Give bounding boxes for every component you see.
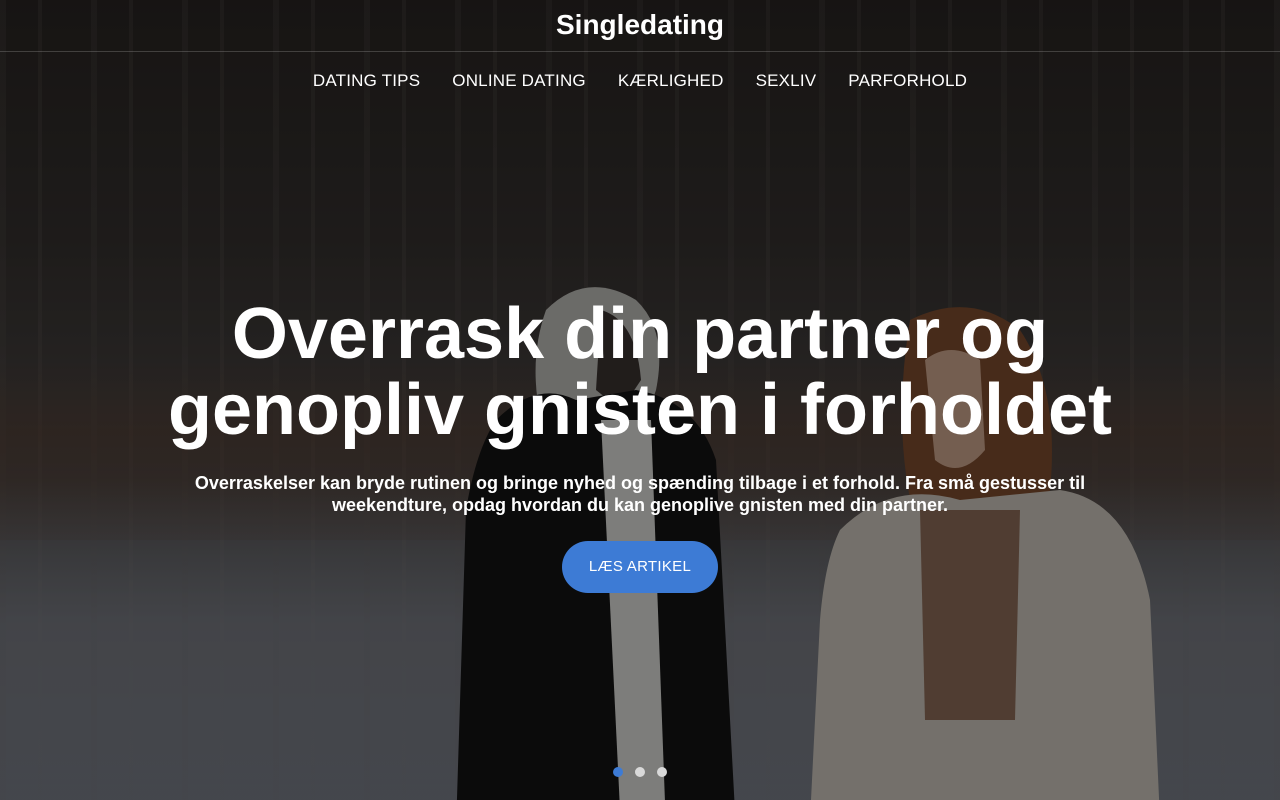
hero-content: Overrask din partner og genopliv gnisten… [140, 296, 1140, 593]
nav-item-kaerlighed[interactable]: KÆRLIGHED [618, 71, 724, 91]
slider-pagination [0, 767, 1280, 777]
hero-title-line-2: genopliv gnisten i forholdet [168, 370, 1112, 450]
hero-excerpt-line-2: weekendture, opdag hvordan du kan genopl… [331, 495, 949, 515]
main-navigation: DATING TIPS ONLINE DATING KÆRLIGHED SEXL… [0, 52, 1280, 110]
site-title-link[interactable]: Singledating [556, 9, 724, 41]
hero-title: Overrask din partner og genopliv gnisten… [140, 296, 1140, 448]
slider-dot-1[interactable] [613, 767, 623, 777]
hero-title-line-1: Overrask din partner og [231, 294, 1049, 374]
nav-item-sexliv[interactable]: SEXLIV [756, 71, 817, 91]
hero-excerpt-line-1: Overraskelser kan bryde rutinen og bring… [194, 473, 1086, 493]
hero-slider: Singledating DATING TIPS ONLINE DATING K… [0, 0, 1280, 800]
read-article-button[interactable]: LÆS ARTIKEL [562, 541, 718, 593]
site-header: Singledating [0, 0, 1280, 52]
nav-item-parforhold[interactable]: PARFORHOLD [848, 71, 967, 91]
slider-dot-3[interactable] [657, 767, 667, 777]
hero-excerpt: Overraskelser kan bryde rutinen og bring… [180, 472, 1100, 516]
nav-item-dating-tips[interactable]: DATING TIPS [313, 71, 420, 91]
nav-item-online-dating[interactable]: ONLINE DATING [452, 71, 586, 91]
slider-dot-2[interactable] [635, 767, 645, 777]
